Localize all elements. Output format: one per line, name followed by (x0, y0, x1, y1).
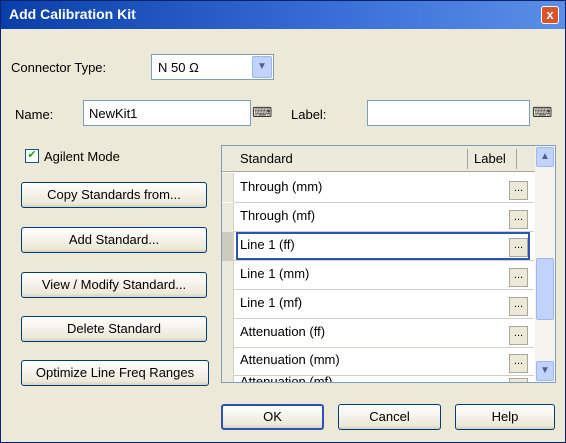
standards-grid[interactable]: Standard Label Through (mm) ... Through … (221, 145, 556, 383)
row-header[interactable] (222, 290, 234, 319)
ok-button[interactable]: OK (221, 404, 324, 430)
row-label-button[interactable]: ... (509, 210, 528, 229)
row-label-button[interactable]: ... (509, 354, 528, 373)
table-row[interactable]: Attenuation (mf) (240, 374, 333, 382)
add-calibration-kit-dialog: Add Calibration Kit x Connector Type: N … (0, 0, 566, 443)
scroll-up-icon[interactable]: ▲ (536, 147, 554, 167)
row-divider (234, 260, 534, 261)
row-header[interactable] (222, 261, 234, 290)
delete-standard-button[interactable]: Delete Standard (21, 316, 207, 342)
row-label-button[interactable]: ... (509, 268, 528, 287)
agilent-mode-label[interactable]: Agilent Mode (44, 149, 120, 164)
label-input[interactable] (368, 101, 529, 125)
row-divider (234, 318, 534, 319)
row-label-button[interactable]: ... (509, 378, 528, 382)
row-label-button[interactable]: ... (509, 238, 528, 257)
close-button[interactable]: x (541, 6, 559, 24)
copy-standards-button[interactable]: Copy Standards from... (21, 182, 207, 208)
column-header-standard[interactable]: Standard (240, 151, 293, 166)
label-field[interactable] (367, 100, 530, 126)
keyboard-icon[interactable]: ⌨ (252, 102, 272, 122)
name-label: Name: (15, 107, 54, 122)
agilent-mode-checkbox[interactable]: ✔ (25, 149, 39, 163)
row-divider (234, 202, 534, 203)
name-field[interactable] (83, 100, 251, 126)
row-header[interactable] (222, 348, 234, 377)
connector-type-label: Connector Type: (11, 60, 107, 75)
table-row[interactable]: Line 1 (mm) (240, 266, 309, 281)
scrollbar-thumb[interactable] (536, 258, 554, 320)
grid-header: Standard Label (222, 146, 555, 172)
chevron-down-icon[interactable]: ▼ (252, 56, 272, 78)
name-input[interactable] (84, 101, 250, 125)
row-header[interactable] (222, 319, 234, 348)
row-header[interactable] (222, 173, 234, 202)
column-separator (467, 149, 468, 169)
table-row[interactable]: Attenuation (ff) (240, 324, 325, 339)
row-divider (234, 347, 534, 348)
connector-type-value: N 50 Ω (158, 60, 199, 75)
title-bar: Add Calibration Kit x (1, 1, 565, 29)
table-row[interactable]: Attenuation (mm) (240, 352, 340, 367)
row-header[interactable] (222, 203, 234, 232)
help-button[interactable]: Help (455, 404, 555, 430)
window-title: Add Calibration Kit (9, 6, 136, 22)
row-label-button[interactable]: ... (509, 326, 528, 345)
vertical-scrollbar[interactable]: ▲ ▼ (535, 146, 555, 382)
optimize-line-freq-ranges-button[interactable]: Optimize Line Freq Ranges (21, 360, 209, 386)
column-header-label[interactable]: Label (474, 151, 506, 166)
table-row[interactable]: Line 1 (mf) (240, 295, 302, 310)
cancel-button[interactable]: Cancel (338, 404, 441, 430)
column-separator (516, 149, 517, 169)
table-row[interactable]: Through (mf) (240, 208, 315, 223)
label-field-label: Label: (291, 107, 327, 122)
table-row[interactable]: Through (mm) (240, 179, 322, 194)
view-modify-standard-button[interactable]: View / Modify Standard... (21, 272, 207, 298)
row-label-button[interactable]: ... (509, 297, 528, 316)
keyboard-icon[interactable]: ⌨ (532, 102, 552, 122)
row-header[interactable] (222, 376, 234, 382)
table-row-selected[interactable]: Line 1 (ff) (240, 237, 295, 252)
row-header-selected[interactable] (222, 232, 234, 261)
add-standard-button[interactable]: Add Standard... (21, 227, 207, 253)
row-label-button[interactable]: ... (509, 181, 528, 200)
scroll-down-icon[interactable]: ▼ (536, 361, 554, 381)
connector-type-select[interactable]: N 50 Ω ▼ (151, 54, 274, 80)
row-divider (234, 289, 534, 290)
